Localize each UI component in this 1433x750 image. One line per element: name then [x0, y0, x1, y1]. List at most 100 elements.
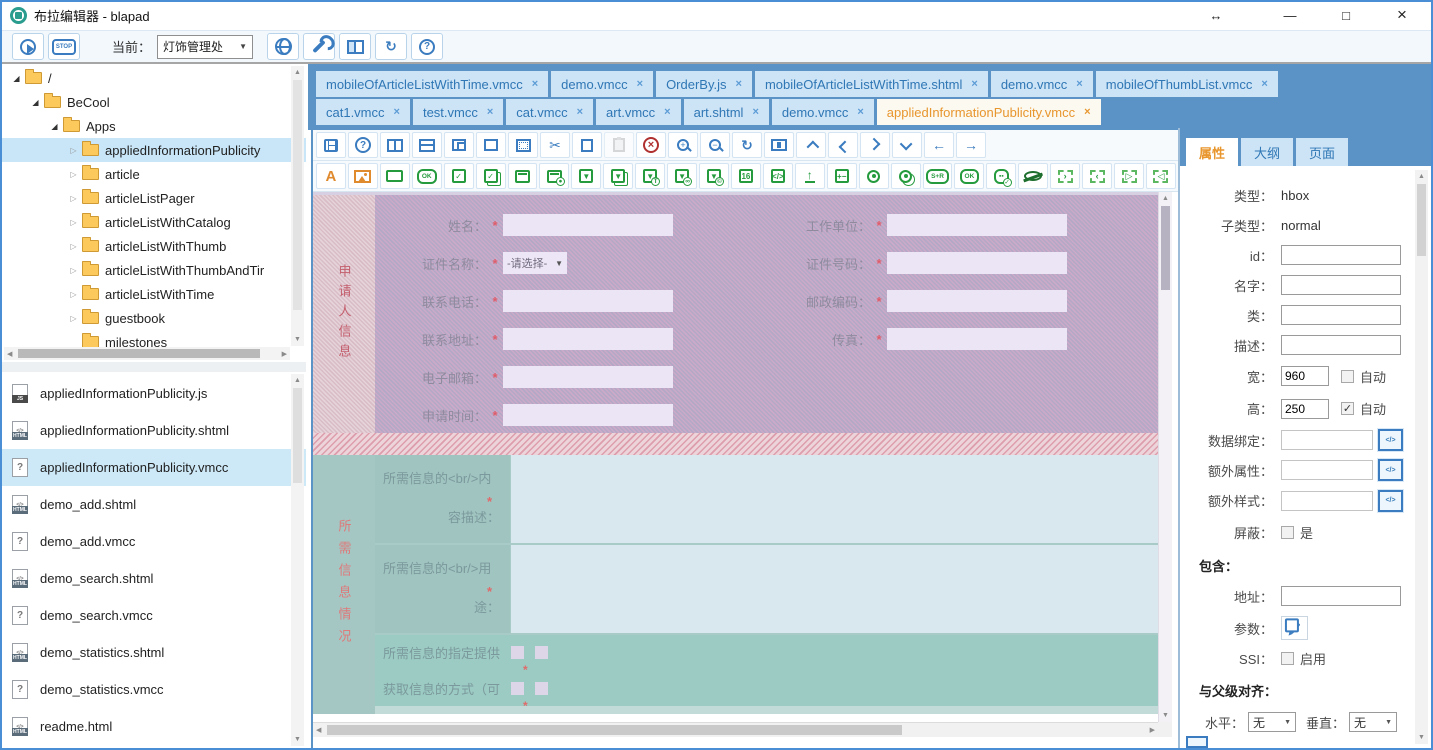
- checkbox-group-element-button[interactable]: ✓: [476, 163, 506, 189]
- chevron-up-button[interactable]: [796, 132, 826, 158]
- file-item[interactable]: </>HTMLdemo_add.shtml: [2, 486, 306, 523]
- tab-close-icon[interactable]: ×: [394, 106, 400, 118]
- paste-button[interactable]: [604, 132, 634, 158]
- properties-vscrollbar[interactable]: ▲ ▼: [1415, 170, 1428, 744]
- scroll-down-icon[interactable]: ▼: [291, 336, 304, 343]
- expand-icon[interactable]: ▷: [67, 290, 80, 299]
- desc-input[interactable]: [1281, 335, 1401, 355]
- file-item[interactable]: ?appliedInformationPublicity.vmcc: [2, 449, 306, 486]
- field-textarea[interactable]: [511, 455, 1158, 543]
- applicant-info-section[interactable]: 申请人信息 姓名：*工作单位：*证件名称：*-请选择-▼证件号码：*联系电话：*…: [313, 195, 1158, 433]
- globe-button[interactable]: [267, 33, 299, 60]
- id-input[interactable]: [1281, 245, 1401, 265]
- scroll-right-icon[interactable]: ▶: [1150, 726, 1155, 734]
- files-vscroll-thumb[interactable]: [293, 388, 302, 483]
- form-checkbox[interactable]: [511, 682, 524, 695]
- select-group-element-button[interactable]: ▼: [603, 163, 633, 189]
- calendar-element-button[interactable]: [508, 163, 538, 189]
- refresh-button[interactable]: ↻: [732, 132, 762, 158]
- split-view-button[interactable]: [339, 33, 371, 60]
- tree-vscroll-thumb[interactable]: [293, 80, 302, 310]
- file-item[interactable]: JSappliedInformationPublicity.js: [2, 375, 306, 412]
- mask-checkbox[interactable]: [1281, 526, 1294, 539]
- wrap-right-button[interactable]: ›: [1050, 163, 1080, 189]
- editor-tab[interactable]: mobileOfArticleListWithTime.shtml×: [755, 71, 988, 97]
- editor-tab[interactable]: mobileOfThumbList.vmcc×: [1096, 71, 1278, 97]
- arrow-right-button[interactable]: →: [956, 132, 986, 158]
- image-element-button[interactable]: [348, 163, 378, 189]
- tab-close-icon[interactable]: ×: [736, 78, 742, 90]
- wrap-left-button[interactable]: ‹: [1082, 163, 1112, 189]
- field-select[interactable]: -请选择-▼: [503, 252, 567, 274]
- scroll-left-icon[interactable]: ◀: [316, 726, 321, 734]
- tree-item-guestbook[interactable]: ▷guestbook: [2, 306, 306, 330]
- properties-vscroll-thumb[interactable]: [1417, 184, 1426, 256]
- tab-close-icon[interactable]: ×: [487, 106, 493, 118]
- tab-属性[interactable]: 属性: [1186, 138, 1238, 166]
- chevron-right-button[interactable]: [860, 132, 890, 158]
- tree-item-Apps[interactable]: ◢Apps: [2, 114, 306, 138]
- collapse-icon[interactable]: ◢: [29, 98, 42, 107]
- copy-button[interactable]: [572, 132, 602, 158]
- height-input[interactable]: [1281, 399, 1329, 419]
- insert-right-button[interactable]: ▷: [1114, 163, 1144, 189]
- form-design-area[interactable]: 申请人信息 姓名：*工作单位：*证件名称：*-请选择-▼证件号码：*联系电话：*…: [313, 192, 1158, 722]
- file-item[interactable]: </>HTMLappliedInformationPublicity.shtml: [2, 412, 306, 449]
- tab-close-icon[interactable]: ×: [1084, 106, 1090, 118]
- field-input[interactable]: [503, 404, 673, 426]
- spinner-element-button[interactable]: +−: [827, 163, 857, 189]
- field-input[interactable]: [887, 214, 1067, 236]
- radio-group-element-button[interactable]: [891, 163, 921, 189]
- field-input[interactable]: [887, 252, 1067, 274]
- canvas-vscroll-thumb[interactable]: [1161, 206, 1170, 290]
- ok-button-element-button[interactable]: OK: [412, 163, 442, 189]
- expand-icon[interactable]: ▷: [67, 314, 80, 323]
- rectangle-button[interactable]: [476, 132, 506, 158]
- tree-item-root[interactable]: ◢/: [2, 66, 306, 90]
- ssi-checkbox[interactable]: [1281, 652, 1294, 665]
- delete-button[interactable]: ×: [636, 132, 666, 158]
- editor-tab[interactable]: demo.vmcc×: [772, 99, 874, 125]
- tab-close-icon[interactable]: ×: [971, 78, 977, 90]
- ok-button2-element-button[interactable]: OK: [954, 163, 984, 189]
- split-vertical-button[interactable]: [380, 132, 410, 158]
- maximize-button[interactable]: □: [1335, 8, 1357, 23]
- select-copy-element-button[interactable]: ▼©: [699, 163, 729, 189]
- sr-button-element-button[interactable]: S+R: [923, 163, 953, 189]
- tab-close-icon[interactable]: ×: [664, 106, 670, 118]
- help-button[interactable]: ?: [411, 33, 443, 60]
- select-text-element-button[interactable]: ▼T: [635, 163, 665, 189]
- field-input[interactable]: [503, 214, 673, 236]
- split-horizontal-button[interactable]: [412, 132, 442, 158]
- refresh-button[interactable]: ↻: [375, 33, 407, 60]
- editor-tab[interactable]: cat1.vmcc×: [316, 99, 410, 125]
- editor-tab[interactable]: appliedInformationPublicity.vmcc×: [877, 99, 1101, 125]
- file-item-partial[interactable]: </>HTML: [2, 745, 306, 748]
- tree-vscrollbar[interactable]: ▲ ▼: [291, 66, 304, 346]
- extra-style-input[interactable]: [1281, 491, 1373, 511]
- select-element-button[interactable]: ▼: [571, 163, 601, 189]
- calendar-time-element-button[interactable]: ●: [539, 163, 569, 189]
- code-element-button[interactable]: </>: [763, 163, 793, 189]
- upload-element-button[interactable]: ↑: [795, 163, 825, 189]
- class-input[interactable]: [1281, 305, 1401, 325]
- expand-icon[interactable]: ▷: [67, 194, 80, 203]
- tab-close-icon[interactable]: ×: [752, 106, 758, 118]
- tree-item-articleListPager[interactable]: ▷articleListPager: [2, 186, 306, 210]
- arrow-left-button[interactable]: ←: [924, 132, 954, 158]
- tab-close-icon[interactable]: ×: [532, 78, 538, 90]
- input-element-button[interactable]: [380, 163, 410, 189]
- field-textarea[interactable]: [511, 545, 1158, 633]
- expand-icon[interactable]: ▷: [67, 242, 80, 251]
- stop-button[interactable]: STOP: [48, 33, 80, 60]
- file-item[interactable]: </>HTMLdemo_search.shtml: [2, 560, 306, 597]
- text-element-button[interactable]: A: [316, 163, 346, 189]
- form-checkbox[interactable]: [511, 646, 524, 659]
- extra-style-code-button[interactable]: </>: [1378, 490, 1403, 512]
- extra-attr-code-button[interactable]: </>: [1378, 459, 1403, 481]
- params-edit-button[interactable]: [1281, 616, 1308, 640]
- file-item[interactable]: </>HTMLdemo_statistics.shtml: [2, 634, 306, 671]
- form-checkbox[interactable]: [535, 646, 548, 659]
- field-input[interactable]: [503, 290, 673, 312]
- scroll-down-icon[interactable]: ▼: [291, 736, 304, 743]
